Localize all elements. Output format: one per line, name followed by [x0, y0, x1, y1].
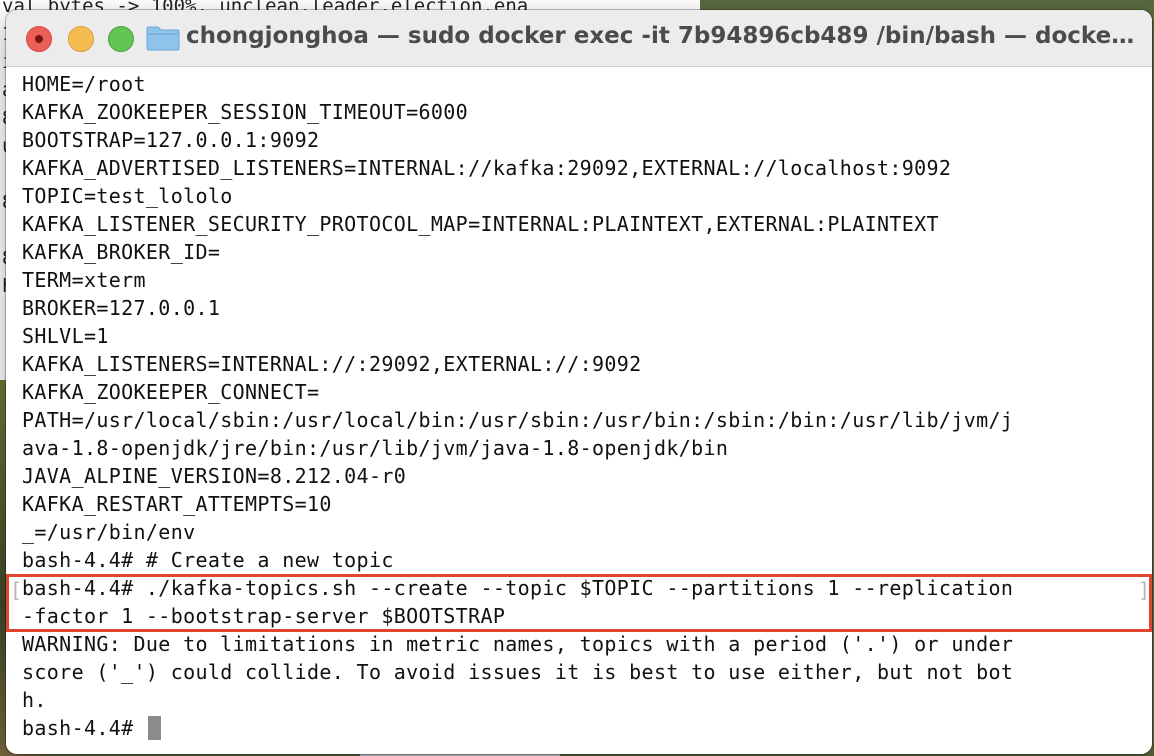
- folder-icon: [146, 26, 180, 51]
- selection-bracket-left: [: [10, 578, 23, 602]
- output-line: BROKER=127.0.0.1: [22, 296, 221, 320]
- prompt: bash-4.4#: [22, 716, 146, 740]
- selection-bracket-right: ]: [1138, 578, 1151, 602]
- output-line: KAFKA_ZOOKEEPER_CONNECT=: [22, 380, 320, 404]
- terminal-window[interactable]: chongjonghoa — sudo docker exec -it 7b94…: [6, 10, 1152, 754]
- text-cursor: [147, 716, 161, 740]
- minimize-button[interactable]: [68, 26, 94, 52]
- close-button[interactable]: [26, 26, 52, 52]
- output-line: KAFKA_LISTENERS=INTERNAL://:29092,EXTERN…: [22, 352, 642, 376]
- command-line: bash-4.4# # Create a new topic: [22, 548, 394, 572]
- output-line: TERM=xterm: [22, 268, 146, 292]
- output-line: KAFKA_ADVERTISED_LISTENERS=INTERNAL://ka…: [22, 156, 952, 180]
- command-line: bash-4.4# ./kafka-topics.sh --create --t…: [22, 576, 1014, 600]
- title-bar[interactable]: chongjonghoa — sudo docker exec -it 7b94…: [6, 10, 1152, 67]
- output-line: ava-1.8-openjdk/jre/bin:/usr/lib/jvm/jav…: [22, 436, 729, 460]
- command-line-continued: -factor 1 --bootstrap-server $BOOTSTRAP: [22, 604, 506, 628]
- terminal-output[interactable]: HOME=/root KAFKA_ZOOKEEPER_SESSION_TIMEO…: [6, 67, 1152, 754]
- output-line: KAFKA_BROKER_ID=: [22, 240, 221, 264]
- warning-line: WARNING: Due to limitations in metric na…: [22, 632, 1014, 656]
- output-line: KAFKA_RESTART_ATTEMPTS=10: [22, 492, 332, 516]
- output-line: BOOTSTRAP=127.0.0.1:9092: [22, 128, 320, 152]
- output-line: _=/usr/bin/env: [22, 520, 196, 544]
- output-line: KAFKA_LISTENER_SECURITY_PROTOCOL_MAP=INT…: [22, 212, 939, 236]
- output-line: HOME=/root: [22, 72, 146, 96]
- prompt-line[interactable]: bash-4.4#: [22, 714, 161, 742]
- output-line: TOPIC=test_lololo: [22, 184, 233, 208]
- window-title: chongjonghoa — sudo docker exec -it 7b94…: [186, 23, 1136, 49]
- output-line: PATH=/usr/local/sbin:/usr/local/bin:/usr…: [22, 408, 1014, 432]
- output-line: SHLVL=1: [22, 324, 109, 348]
- zoom-button[interactable]: [108, 26, 134, 52]
- warning-line: h.: [22, 688, 47, 712]
- output-line: JAVA_ALPINE_VERSION=8.212.04-r0: [22, 464, 407, 488]
- output-line: KAFKA_ZOOKEEPER_SESSION_TIMEOUT=6000: [22, 100, 469, 124]
- warning-line: score ('_') could collide. To avoid issu…: [22, 660, 1014, 684]
